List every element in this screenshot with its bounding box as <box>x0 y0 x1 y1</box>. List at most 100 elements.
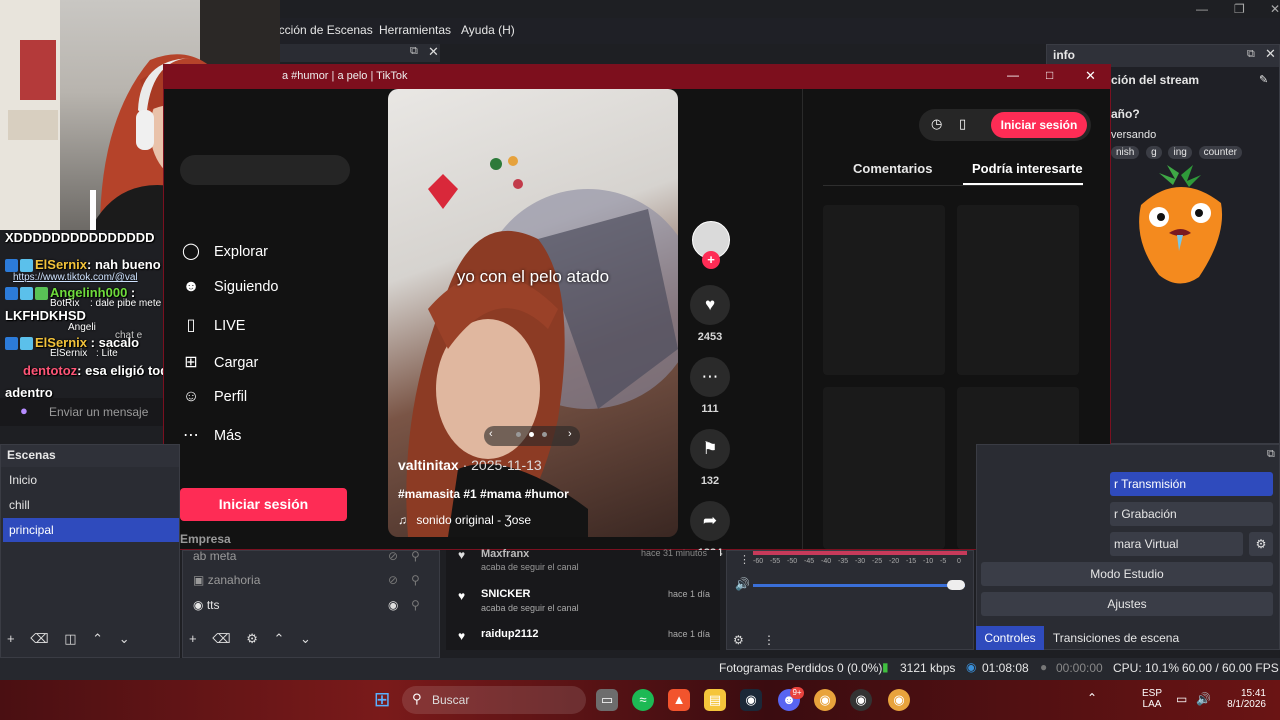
file-explorer-icon[interactable]: ▤ <box>704 689 726 711</box>
recommended-thumbnail[interactable] <box>823 205 945 375</box>
gear-icon[interactable]: ⚙ <box>1249 532 1273 556</box>
lock-icon[interactable]: ⚲ <box>411 573 420 587</box>
chrome-profile-icon[interactable]: ◉ <box>888 689 910 711</box>
nav-explore[interactable]: ◯ Explorar <box>180 241 268 261</box>
restore-icon[interactable]: ❐ <box>1234 2 1245 16</box>
phone-icon[interactable]: ▯ <box>959 116 966 132</box>
video-hashtags[interactable]: #mamasita #1 #mama #humor <box>398 487 569 501</box>
start-recording-button[interactable]: r Grabación <box>1110 502 1273 526</box>
add-icon[interactable]: + <box>7 631 15 646</box>
nav-live[interactable]: ▯ LIVE <box>180 315 246 335</box>
spotify-icon[interactable]: ≈ <box>632 689 654 711</box>
carousel-dot[interactable] <box>542 432 547 437</box>
start-streaming-button[interactable]: r Transmisión <box>1110 472 1273 496</box>
heart-icon[interactable]: ♥ <box>690 285 730 325</box>
nav-profile[interactable]: ☺ Perfil <box>180 388 247 406</box>
chevron-up-icon[interactable]: ⌃ <box>1087 691 1097 705</box>
trash-icon[interactable]: ⌫ <box>212 631 230 646</box>
float-icon[interactable]: ⧉ <box>1267 448 1275 461</box>
taskbar-search[interactable]: ⚲ Buscar <box>402 686 586 714</box>
nav-following[interactable]: ☻ Siguiendo <box>180 278 279 296</box>
move-down-icon[interactable]: ⌄ <box>300 631 311 646</box>
follow-plus-icon[interactable]: + <box>702 251 720 269</box>
tab-comments[interactable]: Comentarios <box>853 161 932 176</box>
menu-scene-collection[interactable]: ección de Escenas <box>272 23 373 37</box>
source-item[interactable]: ◉ tts <box>193 598 220 612</box>
footer-link[interactable]: Empresa <box>180 532 231 546</box>
chrome-icon[interactable]: ◉ <box>814 689 836 711</box>
bookmark-icon[interactable]: ⚑ <box>690 429 730 469</box>
speaker-icon[interactable]: 🔊 <box>735 577 750 591</box>
chat-link[interactable]: https://www.tiktok.com/@val <box>13 272 138 283</box>
task-view-icon[interactable]: ▭ <box>596 689 618 711</box>
scene-item-selected[interactable]: principal <box>3 518 179 542</box>
pencil-icon[interactable]: ✎ <box>1259 73 1268 86</box>
microphone-icon[interactable]: ● <box>20 403 28 418</box>
volume-slider[interactable] <box>753 584 965 587</box>
more-vertical-icon[interactable]: ⋮ <box>739 553 750 566</box>
studio-mode-button[interactable]: Modo Estudio <box>981 562 1273 586</box>
gear-icon[interactable]: ⚙ <box>733 633 744 647</box>
minimize-icon[interactable]: — <box>1196 2 1208 16</box>
source-item[interactable]: ▣ zanahoria <box>193 573 260 587</box>
coin-icon[interactable]: ◷ <box>931 116 942 132</box>
float-icon[interactable]: ⧉ <box>410 45 418 58</box>
chat-input[interactable]: ● Enviar un mensaje <box>0 398 165 426</box>
search-box[interactable] <box>180 155 350 185</box>
move-up-icon[interactable]: ⌃ <box>92 631 103 646</box>
gear-icon[interactable]: ⚙ <box>246 631 258 646</box>
settings-button[interactable]: Ajustes <box>981 592 1273 616</box>
move-down-icon[interactable]: ⌄ <box>119 631 130 646</box>
network-icon[interactable]: ▭ <box>1176 692 1187 706</box>
recommended-thumbnail[interactable] <box>957 205 1079 375</box>
language-indicator[interactable]: ESP LAA <box>1142 688 1162 710</box>
close-icon[interactable]: ✕ <box>1265 46 1276 62</box>
windows-start-icon[interactable]: ⊞ <box>371 689 393 711</box>
lock-icon[interactable]: ⚲ <box>411 549 420 563</box>
trash-icon[interactable]: ⌫ <box>30 631 48 646</box>
source-item[interactable]: ab meta <box>193 549 236 563</box>
add-icon[interactable]: + <box>189 631 197 646</box>
header-login-button[interactable]: Iniciar sesión <box>991 112 1087 138</box>
float-icon[interactable]: ⧉ <box>1247 48 1255 61</box>
video-author[interactable]: valtinitax <box>398 457 459 473</box>
volume-slider-handle[interactable] <box>947 580 965 590</box>
comment-icon[interactable]: ⋯ <box>690 357 730 397</box>
steam-icon[interactable]: ◉ <box>740 689 762 711</box>
minimize-icon[interactable]: — <box>1007 68 1019 82</box>
chevron-right-icon[interactable]: › <box>568 428 572 440</box>
share-icon[interactable]: ➦ <box>690 501 730 541</box>
maximize-icon[interactable]: □ <box>1046 68 1053 82</box>
scene-item[interactable]: Inicio <box>9 473 37 487</box>
visibility-hidden-icon[interactable]: ⊘ <box>388 573 398 587</box>
recommended-thumbnail[interactable] <box>823 387 945 549</box>
carousel-dot[interactable] <box>516 432 521 437</box>
tab-controls[interactable]: Controles <box>976 626 1044 650</box>
video-sound[interactable]: ♫ sonido original - Ʒose <box>398 513 531 527</box>
nav-more[interactable]: ⋯ Más <box>180 425 241 445</box>
login-button[interactable]: Iniciar sesión <box>180 488 347 521</box>
more-vertical-icon[interactable]: ⋮ <box>763 633 775 647</box>
tab-scene-transitions[interactable]: Transiciones de escena <box>1048 626 1184 650</box>
move-up-icon[interactable]: ⌃ <box>274 631 285 646</box>
menu-tools[interactable]: Herramientas <box>379 23 451 37</box>
clock[interactable]: 15:41 8/1/2026 <box>1222 688 1266 710</box>
volume-icon[interactable]: 🔊 <box>1196 692 1211 706</box>
visibility-hidden-icon[interactable]: ⊘ <box>388 549 398 563</box>
obs-icon[interactable]: ◉ <box>850 689 872 711</box>
nav-upload[interactable]: ⊞ Cargar <box>180 352 258 372</box>
close-icon[interactable]: ✕ <box>428 44 439 60</box>
scene-item[interactable]: chill <box>9 498 30 512</box>
menu-help[interactable]: Ayuda (H) <box>461 23 515 37</box>
filter-icon[interactable]: ◫ <box>64 631 76 646</box>
carousel-dot[interactable] <box>529 432 534 437</box>
lock-icon[interactable]: ⚲ <box>411 598 420 612</box>
close-icon[interactable]: ✕ <box>1085 68 1096 84</box>
eye-icon[interactable]: ◉ <box>388 598 398 612</box>
start-virtual-camera-button[interactable]: mara Virtual <box>1110 532 1243 556</box>
brave-icon[interactable]: ▲ <box>668 689 690 711</box>
video-player[interactable]: yo con el pelo atado ‹ › valtinitax · 20… <box>388 89 678 537</box>
tab-recommended[interactable]: Podría interesarte <box>972 161 1083 176</box>
chevron-left-icon[interactable]: ‹ <box>489 428 493 440</box>
close-icon[interactable]: ✕ <box>1270 2 1280 16</box>
